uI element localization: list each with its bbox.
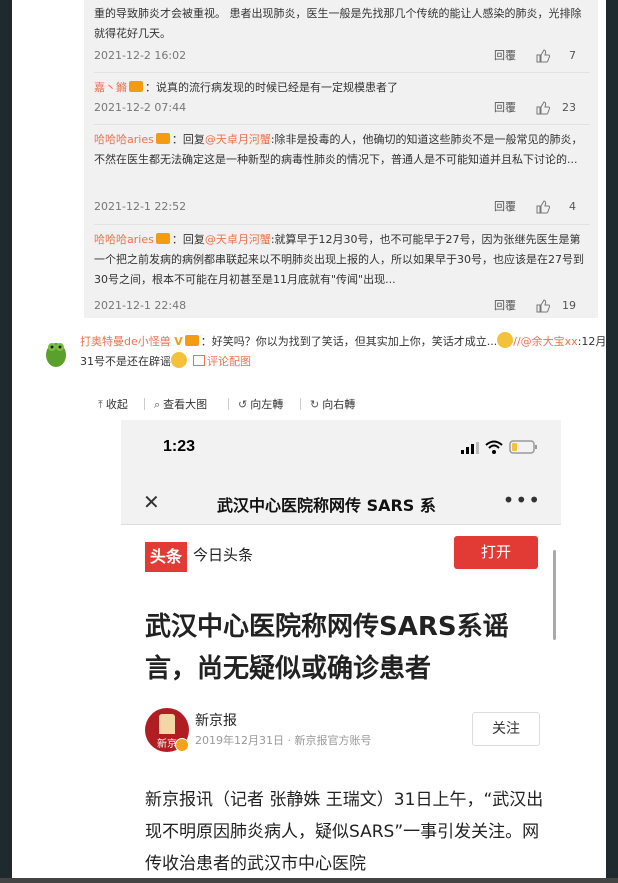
follow-button[interactable]: 关注 — [472, 712, 540, 746]
comment-item: 打奥特曼de小怪兽 V ：好笑吗？你以为找到了笑话，但其实加上你，笑话才成立...… — [80, 332, 610, 372]
thumbs-up-icon[interactable] — [536, 101, 550, 115]
comment-image-link[interactable]: 评论配图 — [207, 355, 251, 368]
reply-text: 重的导致肺炎才会被重视。 患者出现肺炎，医生一般是先找那几个传统的能让人感染的肺… — [94, 7, 582, 40]
source-meta: 2019年12月31日 · 新京报官方账号 — [195, 734, 372, 747]
scrollbar[interactable] — [553, 550, 556, 640]
reply-item: 哈哈哈aries ：回复@天卓月河蟹:就算早于12月30号，也不可能早于27号，因… — [94, 230, 590, 290]
rotate-right-button[interactable]: ↻ 向右轉 — [310, 396, 355, 412]
article-headline: 武汉中心医院称网传SARS系谣言，尚无疑似或确诊患者 — [145, 612, 509, 684]
reply-username[interactable]: 嘉丶鏅 — [94, 81, 127, 94]
reply-time: 2021-12-1 22:48 — [94, 299, 187, 312]
reply-prefix: ：回复 — [171, 233, 205, 246]
vip-badge-icon — [184, 335, 199, 346]
divider — [94, 124, 590, 125]
battery-icon — [509, 440, 537, 454]
toutiao-logo: 头条 — [145, 542, 187, 572]
view-large-label: 查看大图 — [163, 398, 208, 411]
view-large-button[interactable]: ⌕ 查看大图 — [154, 396, 207, 412]
reply-button[interactable]: 回覆 — [494, 98, 516, 118]
vip-badge-icon — [129, 81, 143, 92]
rotate-left-icon: ↺ — [238, 398, 248, 411]
verified-badge-icon — [175, 738, 189, 752]
close-icon[interactable]: ✕ — [143, 490, 160, 514]
laughing-emoji-icon — [497, 332, 514, 348]
divider — [94, 72, 590, 73]
reply-time: 2021-12-1 22:52 — [94, 200, 187, 213]
arrow-up-icon: ⤒ — [98, 398, 103, 411]
verified-badge-icon: V — [174, 335, 183, 348]
comment-image[interactable]: 1:23 ✕ 武汉中心医院称网传 SARS 系 ••• 头条 今日头条 打开 武… — [121, 420, 561, 878]
reply-button[interactable]: 回覆 — [494, 197, 516, 217]
reply-item: 重的导致肺炎才会被重视。 患者出现肺炎，医生一般是先找那几个传统的能让人感染的肺… — [94, 4, 590, 44]
nav-bar: ✕ 武汉中心医院称网传 SARS 系 ••• — [121, 480, 561, 525]
thumbs-up-icon[interactable] — [536, 49, 550, 63]
mention-link[interactable]: @天卓月河蟹 — [205, 233, 271, 246]
reply-time: 2021-12-2 07:44 — [94, 101, 187, 114]
divider — [94, 224, 590, 225]
reply-thread: 重的导致肺炎才会被重视。 患者出现肺炎，医生一般是先找那几个传统的能让人感染的肺… — [84, 0, 598, 318]
search-icon: ⌕ — [154, 398, 161, 411]
status-bar: 1:23 — [121, 420, 561, 480]
vip-badge-icon — [155, 233, 170, 244]
mention-link[interactable]: @天卓月河蟹 — [205, 133, 271, 146]
collapse-label: 收起 — [105, 398, 128, 411]
thumbs-up-icon[interactable] — [536, 299, 550, 313]
app-name: 今日头条 — [193, 546, 254, 564]
reply-time: 2021-12-2 16:02 — [94, 49, 187, 62]
article-body: 新京报讯（记者 张静姝 王瑞文）31日上午，“武汉出现不明原因肺炎病人，疑似SA… — [145, 790, 544, 874]
rotate-left-button[interactable]: ↺ 向左轉 — [238, 396, 283, 412]
image-icon — [193, 355, 205, 366]
comment-text: ：好笑吗？你以为找到了笑话，但其实加上你，笑话才成立... — [200, 335, 498, 348]
reply-item: 嘉丶鏅 ：说真的流行病发现的时候已经是有一定规模患者了 — [94, 78, 590, 98]
like-count: 4 — [569, 200, 576, 213]
reply-prefix: ：回复 — [171, 133, 205, 146]
avatar[interactable] — [42, 338, 70, 368]
window-bottom-edge — [0, 878, 618, 883]
nav-title: 武汉中心医院称网传 SARS 系 — [217, 496, 436, 515]
divider — [144, 398, 145, 410]
source-logo-text: 新京 — [157, 739, 177, 750]
laughing-emoji-icon — [171, 352, 187, 368]
status-time: 1:23 — [163, 438, 196, 455]
reply-text: ：说真的流行病发现的时候已经是有一定规模患者了 — [145, 81, 398, 94]
comment-username[interactable]: 打奥特曼de小怪兽 — [80, 335, 171, 348]
open-button[interactable]: 打开 — [454, 536, 538, 569]
thumbs-up-icon[interactable] — [536, 200, 550, 214]
like-count: 7 — [569, 49, 576, 62]
reply-button[interactable]: 回覆 — [494, 296, 516, 316]
rotate-left-label: 向左轉 — [250, 398, 284, 411]
reply-username[interactable]: 哈哈哈aries — [94, 233, 154, 246]
source-name: 新京报 — [195, 713, 237, 729]
weibo-comment-panel: 重的导致肺炎才会被重视。 患者出现肺炎，医生一般是先找那几个传统的能让人感染的肺… — [12, 0, 606, 878]
rotate-right-icon: ↻ — [310, 398, 320, 411]
reply-button[interactable]: 回覆 — [494, 46, 516, 66]
vip-badge-icon — [155, 133, 170, 144]
reply-username[interactable]: 哈哈哈aries — [94, 133, 154, 146]
signal-icon — [461, 442, 479, 454]
more-icon[interactable]: ••• — [503, 488, 541, 512]
mention-link[interactable]: //@余大宝xx — [513, 335, 577, 348]
like-count: 23 — [562, 101, 576, 114]
wifi-icon — [485, 440, 503, 454]
reply-item: 哈哈哈aries ：回复@天卓月河蟹:除非是投毒的人，他确切的知道这些肺炎不是一般… — [94, 130, 590, 170]
like-count: 19 — [562, 299, 576, 312]
rotate-right-label: 向右轉 — [322, 398, 356, 411]
divider — [300, 398, 301, 410]
collapse-button[interactable]: ⤒ 收起 — [98, 396, 128, 412]
divider — [228, 398, 229, 410]
